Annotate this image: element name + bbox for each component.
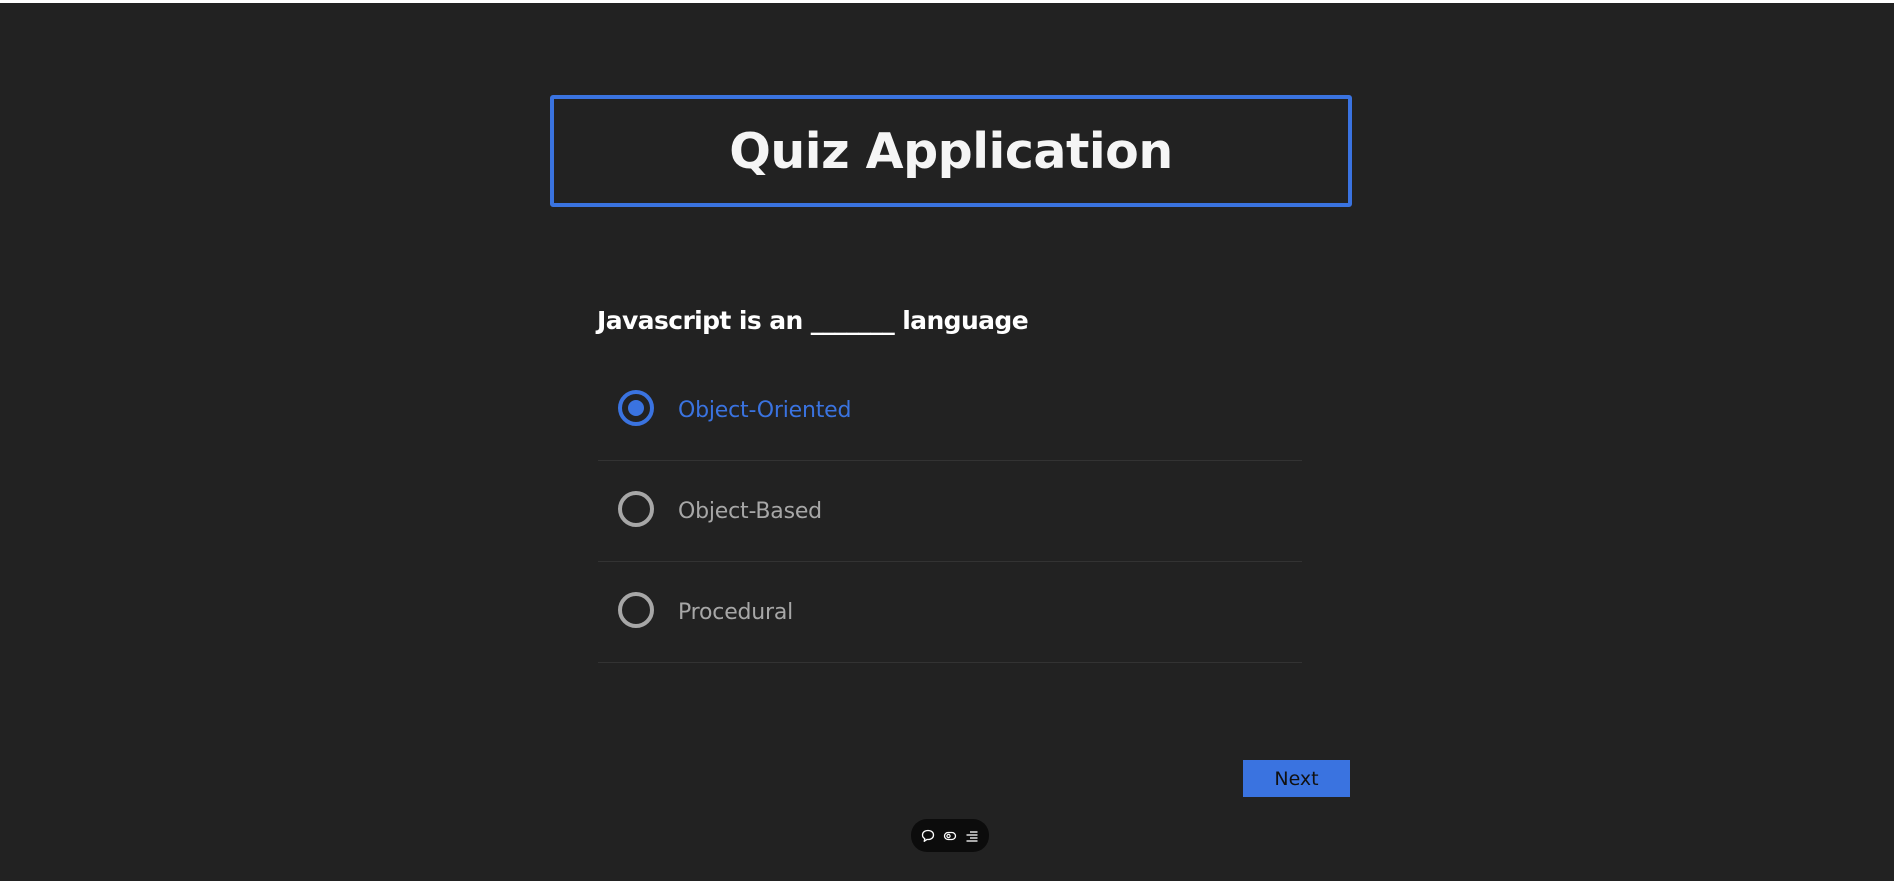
radio-selected-icon[interactable] — [618, 390, 654, 426]
top-border — [0, 0, 1894, 3]
next-button[interactable]: Next — [1243, 760, 1350, 797]
option-label: Procedural — [678, 600, 794, 625]
page-title: Quiz Application — [729, 122, 1173, 180]
menu-icon[interactable] — [963, 827, 981, 845]
option-label: Object-Oriented — [678, 398, 852, 423]
option-procedural[interactable]: Procedural — [598, 562, 1302, 663]
title-banner: Quiz Application — [550, 95, 1352, 207]
option-object-based[interactable]: Object-Based — [598, 461, 1302, 562]
question-text: Javascript is an _______ language — [597, 306, 1029, 335]
comment-icon[interactable] — [919, 827, 937, 845]
option-label: Object-Based — [678, 499, 822, 524]
floating-toolbar — [911, 819, 989, 852]
radio-unselected-icon[interactable] — [618, 491, 654, 527]
answer-options: Object-Oriented Object-Based Procedural — [598, 360, 1302, 663]
eye-icon[interactable] — [941, 827, 959, 845]
option-object-oriented[interactable]: Object-Oriented — [598, 360, 1302, 461]
radio-unselected-icon[interactable] — [618, 592, 654, 628]
